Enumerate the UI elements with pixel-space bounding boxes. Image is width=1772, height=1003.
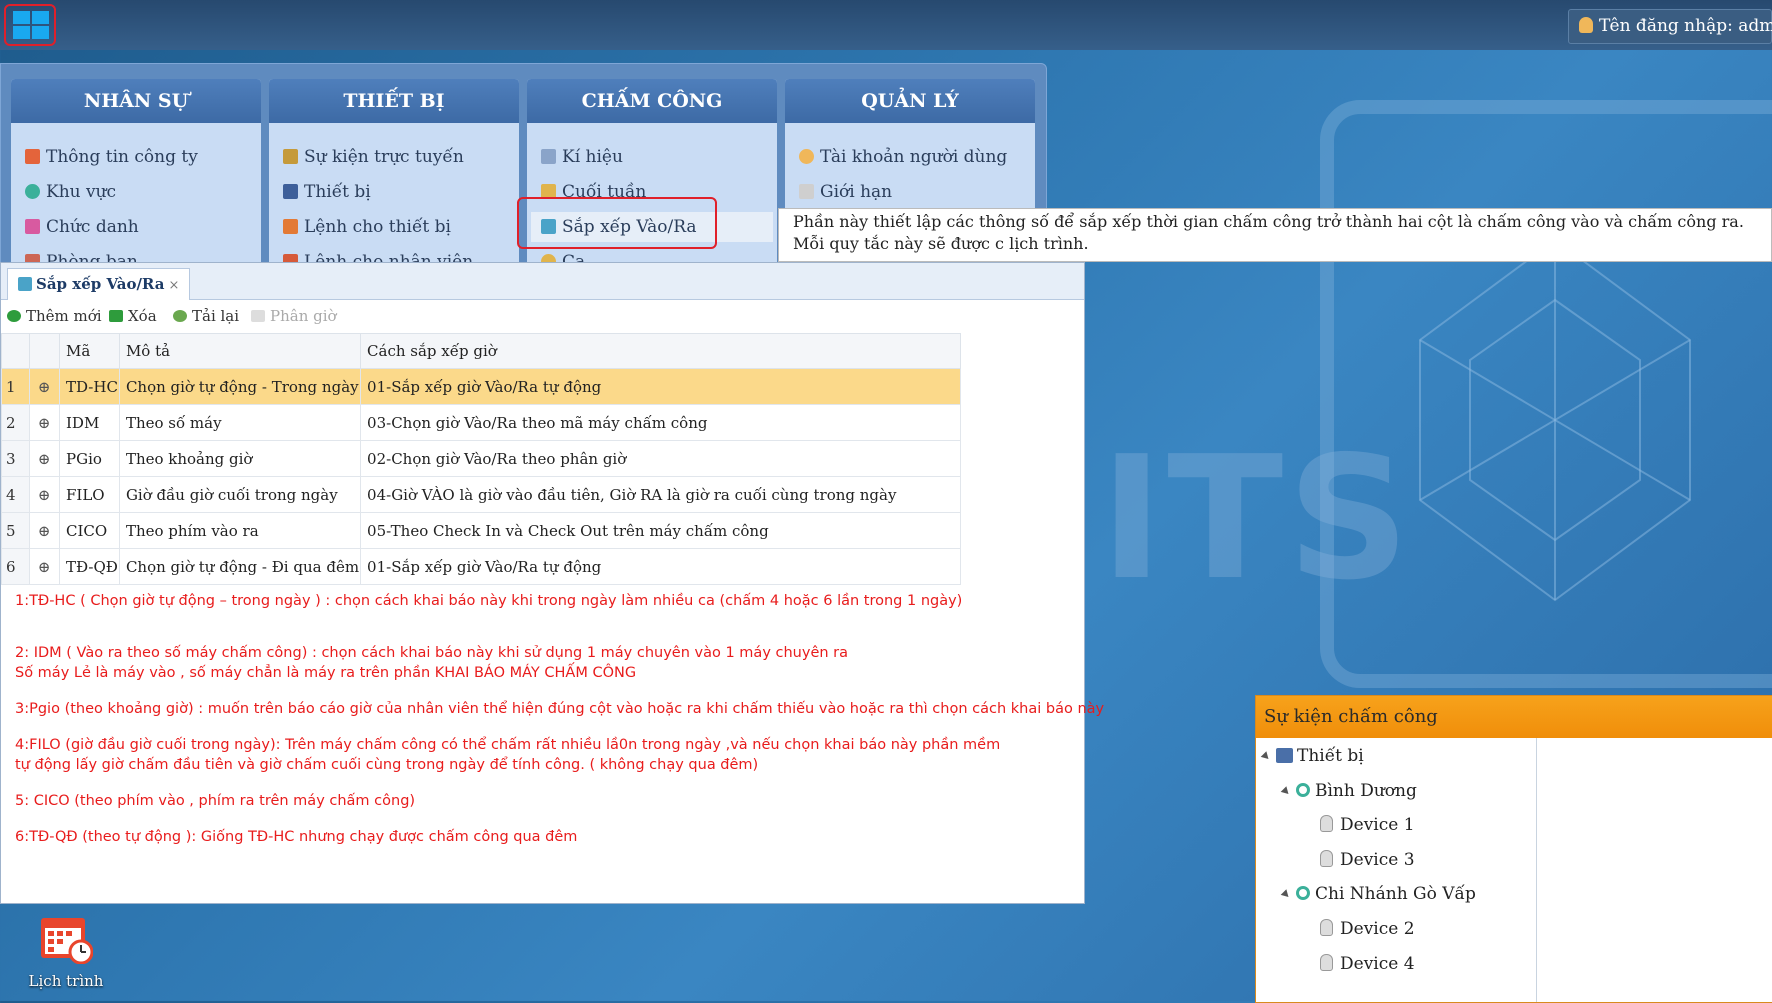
device-group-icon	[1276, 748, 1293, 763]
tree-node-branch[interactable]: Bình Dương	[1280, 778, 1417, 804]
device-icon	[283, 184, 298, 199]
windows-logo-icon	[13, 11, 49, 39]
menu-heading: QUẢN LÝ	[785, 79, 1035, 123]
menu-item-title[interactable]: Chức danh	[25, 212, 139, 242]
calendar-clock-icon	[41, 918, 94, 965]
sort-inout-icon	[18, 277, 32, 291]
expand-icon[interactable]: ⊕	[29, 512, 60, 549]
menu-item-device-commands[interactable]: Lệnh cho thiết bị	[283, 212, 451, 242]
desktop-icon-label: Lịch trình	[28, 972, 104, 990]
toolbar: Thêm mới Xóa Tải lại Phân giờ	[1, 300, 1084, 332]
tree-node-device[interactable]: Device 1	[1320, 812, 1415, 838]
note-line: 4:FILO (giờ đầu giờ cuối trong ngày): Tr…	[15, 737, 1001, 753]
tab-inout-sort[interactable]: Sắp xếp Vào/Ra ×	[7, 268, 191, 300]
minus-icon	[109, 310, 123, 322]
tree-node-device[interactable]: Device 3	[1320, 847, 1415, 873]
start-button[interactable]	[4, 4, 56, 46]
tree-node-branch[interactable]: Chi Nhánh Gò Vấp	[1280, 881, 1476, 907]
table-row[interactable]: 3 ⊕ PGio Theo khoảng giờ 02-Chọn giờ Vào/Ra …	[1, 440, 962, 477]
tree-node-devices[interactable]: Thiết bị	[1260, 743, 1364, 769]
id-card-icon	[25, 219, 40, 234]
background-logo: ITS	[1100, 420, 1414, 618]
highlight-box	[517, 197, 717, 249]
login-label: Tên đăng nhập: admin	[1599, 16, 1772, 36]
desktop-icon-schedule[interactable]: Lịch trình	[26, 912, 106, 990]
device-status-icon	[1320, 815, 1333, 832]
menu-tooltip: Phần này thiết lập các thông số để sắp x…	[778, 208, 1772, 262]
user-icon	[1579, 17, 1593, 33]
tab-bar: Sắp xếp Vào/Ra ×	[1, 263, 1084, 300]
menu-column-device: THIẾT BỊ Sự kiện trực tuyến Thiết bị Lện…	[269, 79, 519, 264]
menu-item-user-accounts[interactable]: Tài khoản người dùng	[799, 142, 1007, 172]
column-header[interactable]: Mô tả	[118, 333, 362, 369]
note-line: tự động lấy giờ chấm đầu tiên và giờ chấ…	[15, 757, 759, 773]
expand-arrow-icon[interactable]	[1260, 751, 1272, 762]
expand-icon[interactable]: ⊕	[29, 404, 60, 441]
menu-item-area[interactable]: Khu vực	[25, 177, 116, 207]
add-button[interactable]: Thêm mới	[7, 306, 102, 326]
note-line: 5: CICO (theo phím vào , phím ra trên má…	[15, 793, 416, 809]
menu-heading: CHẤM CÔNG	[527, 79, 777, 123]
command-icon	[283, 219, 298, 234]
menu-column-hr: NHÂN SỰ Thông tin công ty Khu vực Chức d…	[11, 79, 261, 264]
note-line: 1:TĐ-HC ( Chọn giờ tự động – trong ngày …	[15, 593, 963, 609]
location-pin-icon	[25, 184, 40, 199]
tree-node-device[interactable]: Device 2	[1320, 916, 1415, 942]
location-icon	[1296, 886, 1310, 900]
menu-item-devices[interactable]: Thiết bị	[283, 177, 371, 207]
table-row[interactable]: 2 ⊕ IDM Theo số máy 03-Chọn giờ Vào/Ra theo …	[1, 404, 962, 441]
taskbar: Tên đăng nhập: admin	[0, 0, 1772, 50]
menu-item-symbols[interactable]: Kí hiệu	[541, 142, 623, 172]
note-line: 6:TĐ-QĐ (theo tự động ): Giống TĐ-HC như…	[15, 829, 578, 845]
location-icon	[1296, 783, 1310, 797]
panel-title: Sự kiện chấm công	[1256, 696, 1772, 738]
inout-sort-window: Sắp xếp Vào/Ra × Thêm mới Xóa Tải lại Phâ…	[0, 262, 1104, 904]
device-status-icon	[1320, 954, 1333, 971]
events-icon	[283, 149, 298, 164]
attendance-events-panel: Sự kiện chấm công Thiết bị Bình Dương De…	[1255, 695, 1772, 1003]
assign-hours-button[interactable]: Phân giờ	[251, 306, 337, 326]
device-status-icon	[1320, 850, 1333, 867]
menu-item-limits[interactable]: Giới hạn	[799, 177, 892, 207]
note-line: Số máy Lẻ là máy vào , số máy chẳn là má…	[15, 665, 637, 681]
reload-button[interactable]: Tải lại	[173, 306, 239, 326]
menu-heading: NHÂN SỰ	[11, 79, 261, 123]
note-line: 3:Pgio (theo khoảng giờ) : muốn trên báo…	[15, 701, 1105, 717]
menu-heading: THIẾT BỊ	[269, 79, 519, 123]
tree-node-device[interactable]: Device 4	[1320, 951, 1415, 977]
menu-item-company-info[interactable]: Thông tin công ty	[25, 142, 198, 172]
expand-icon[interactable]: ⊕	[29, 476, 60, 513]
table-row[interactable]: 1 ⊕ TD-HC Chọn giờ tự động - Trong ngày 01-S…	[1, 368, 962, 405]
column-header[interactable]: Mã	[59, 333, 120, 369]
close-tab-icon[interactable]: ×	[168, 278, 179, 293]
user-login-menu[interactable]: Tên đăng nhập: admin	[1568, 9, 1772, 44]
house-icon	[25, 149, 40, 164]
table-row[interactable]: 6 ⊕ TĐ-QĐ Chọn giờ tự động - Đi qua đêm 01-S…	[1, 548, 962, 585]
note-line: 2: IDM ( Vào ra theo số máy chấm công) :…	[15, 645, 849, 661]
delete-button[interactable]: Xóa	[109, 306, 157, 326]
expand-icon[interactable]: ⊕	[29, 548, 60, 585]
column-header[interactable]: Cách sắp xếp giờ	[360, 333, 962, 369]
expand-icon[interactable]: ⊕	[29, 440, 60, 477]
device-tree: Thiết bị Bình Dương Device 1 Device 3 Ch…	[1256, 738, 1537, 1002]
list-icon	[541, 149, 556, 164]
refresh-icon	[173, 310, 187, 322]
menu-item-live-events[interactable]: Sự kiện trực tuyến	[283, 142, 464, 172]
device-status-icon	[1320, 919, 1333, 936]
expand-arrow-icon[interactable]	[1280, 786, 1292, 797]
table-row[interactable]: 5 ⊕ CICO Theo phím vào ra 05-Theo Check In v…	[1, 512, 962, 549]
double-chevron-icon	[251, 310, 265, 322]
plus-icon	[7, 310, 21, 322]
table-row[interactable]: 4 ⊕ FILO Giờ đầu giờ cuối trong ngày 04-Giờ …	[1, 476, 962, 513]
limit-icon	[799, 184, 814, 199]
expand-icon[interactable]: ⊕	[29, 368, 60, 405]
user-icon	[799, 149, 814, 164]
inout-rules-table: Mã Mô tả Cách sắp xếp giờ 1 ⊕ TD-HC Chọn gi…	[1, 333, 962, 585]
expand-arrow-icon[interactable]	[1280, 889, 1292, 900]
background-network	[1419, 238, 1691, 602]
